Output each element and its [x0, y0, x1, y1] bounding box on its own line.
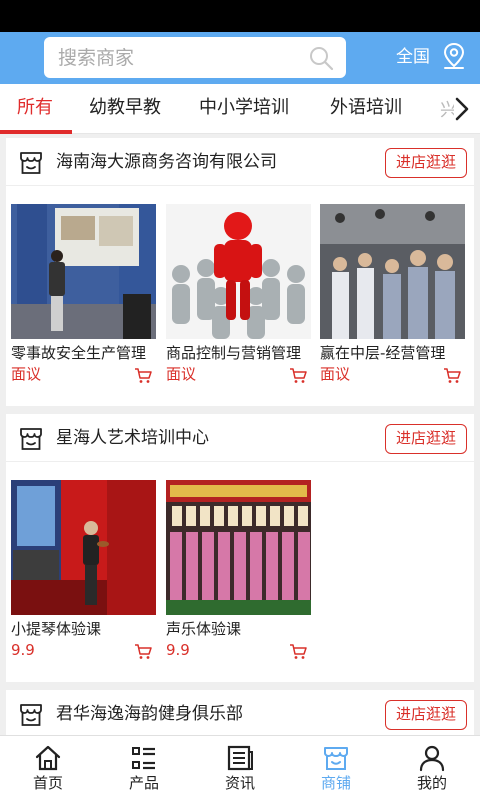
- chevron-right-icon[interactable]: [450, 96, 472, 122]
- nav-label: 产品: [128, 774, 159, 792]
- enter-store-button[interactable]: 进店逛逛: [385, 424, 467, 454]
- product-image[interactable]: [166, 204, 311, 339]
- search-placeholder: 搜索商家: [58, 47, 135, 69]
- newspaper-icon: [227, 745, 253, 771]
- nav-news[interactable]: 资讯: [192, 736, 288, 800]
- user-icon: [419, 745, 445, 772]
- product-name[interactable]: 小提琴体验课: [11, 619, 156, 639]
- nav-products[interactable]: 产品: [96, 736, 192, 800]
- nav-home[interactable]: 首页: [0, 736, 96, 800]
- store-icon: [20, 428, 42, 450]
- store-name[interactable]: 海南海大源商务咨询有限公司: [56, 150, 277, 174]
- product-image[interactable]: [11, 204, 156, 339]
- product-image[interactable]: [11, 480, 156, 615]
- cart-icon[interactable]: [289, 643, 307, 660]
- store-header: 君华海逸海韵健身俱乐部 进店逛逛: [6, 690, 474, 738]
- store-header: 星海人艺术培训中心 进店逛逛: [6, 414, 474, 462]
- product-item[interactable]: 商品控制与营销管理 面议: [166, 204, 311, 389]
- store-card: 海南海大源商务咨询有限公司 进店逛逛 零事故安全生产管理 面议 商品控制与营销管…: [6, 138, 474, 406]
- nav-label: 资讯: [224, 774, 255, 792]
- active-tab-indicator: [0, 130, 72, 134]
- tab-all[interactable]: 所有: [17, 96, 53, 120]
- product-price: 面议: [11, 365, 42, 383]
- store-name[interactable]: 君华海逸海韵健身俱乐部: [56, 702, 243, 726]
- store-icon: [20, 704, 42, 726]
- status-bar: [0, 0, 480, 32]
- product-image[interactable]: [320, 204, 465, 339]
- region-selector[interactable]: 全国: [396, 46, 430, 68]
- nav-label: 首页: [32, 774, 63, 792]
- product-image[interactable]: [166, 480, 311, 615]
- home-icon: [35, 745, 61, 771]
- bottom-navigation: 首页 产品 资讯 商铺 我的: [0, 735, 480, 800]
- product-item[interactable]: 零事故安全生产管理 面议: [11, 204, 156, 389]
- search-icon[interactable]: [308, 45, 334, 71]
- enter-store-button[interactable]: 进店逛逛: [385, 700, 467, 730]
- product-price: 9.9: [11, 641, 35, 659]
- location-pin-icon[interactable]: [442, 42, 466, 70]
- product-price: 9.9: [166, 641, 190, 659]
- product-name[interactable]: 声乐体验课: [166, 619, 311, 639]
- product-item[interactable]: 小提琴体验课 9.9: [11, 480, 156, 665]
- nav-stores[interactable]: 商铺: [288, 736, 384, 800]
- product-item[interactable]: 声乐体验课 9.9: [166, 480, 311, 665]
- enter-store-button[interactable]: 进店逛逛: [385, 148, 467, 178]
- store-icon: [324, 747, 348, 770]
- nav-label: 我的: [416, 774, 447, 792]
- tab-language-training[interactable]: 外语培训: [330, 96, 402, 120]
- nav-label: 商铺: [320, 774, 351, 792]
- product-price: 面议: [166, 365, 197, 383]
- store-header: 海南海大源商务咨询有限公司 进店逛逛: [6, 138, 474, 186]
- category-tabs: 所有 幼教早教 中小学培训 外语培训 兴: [0, 84, 480, 134]
- nav-profile[interactable]: 我的: [384, 736, 480, 800]
- tab-k12-training[interactable]: 中小学培训: [199, 96, 289, 120]
- cart-icon[interactable]: [443, 367, 461, 384]
- product-name[interactable]: 赢在中层-经营管理: [320, 343, 465, 363]
- cart-icon[interactable]: [134, 367, 152, 384]
- store-card: 星海人艺术培训中心 进店逛逛 小提琴体验课 9.9 声乐体验课 9.9: [6, 414, 474, 682]
- store-icon: [20, 152, 42, 174]
- store-name[interactable]: 星海人艺术培训中心: [56, 426, 209, 450]
- product-name[interactable]: 商品控制与营销管理: [166, 343, 311, 363]
- cart-icon[interactable]: [289, 367, 307, 384]
- product-price: 面议: [320, 365, 351, 383]
- list-icon: [132, 747, 155, 770]
- tab-preschool[interactable]: 幼教早教: [89, 96, 161, 120]
- product-name[interactable]: 零事故安全生产管理: [11, 343, 156, 363]
- cart-icon[interactable]: [134, 643, 152, 660]
- product-item[interactable]: 赢在中层-经营管理 面议: [320, 204, 465, 389]
- store-card: 君华海逸海韵健身俱乐部 进店逛逛: [6, 690, 474, 735]
- top-header: 搜索商家 全国: [0, 32, 480, 84]
- search-input[interactable]: 搜索商家: [44, 37, 346, 78]
